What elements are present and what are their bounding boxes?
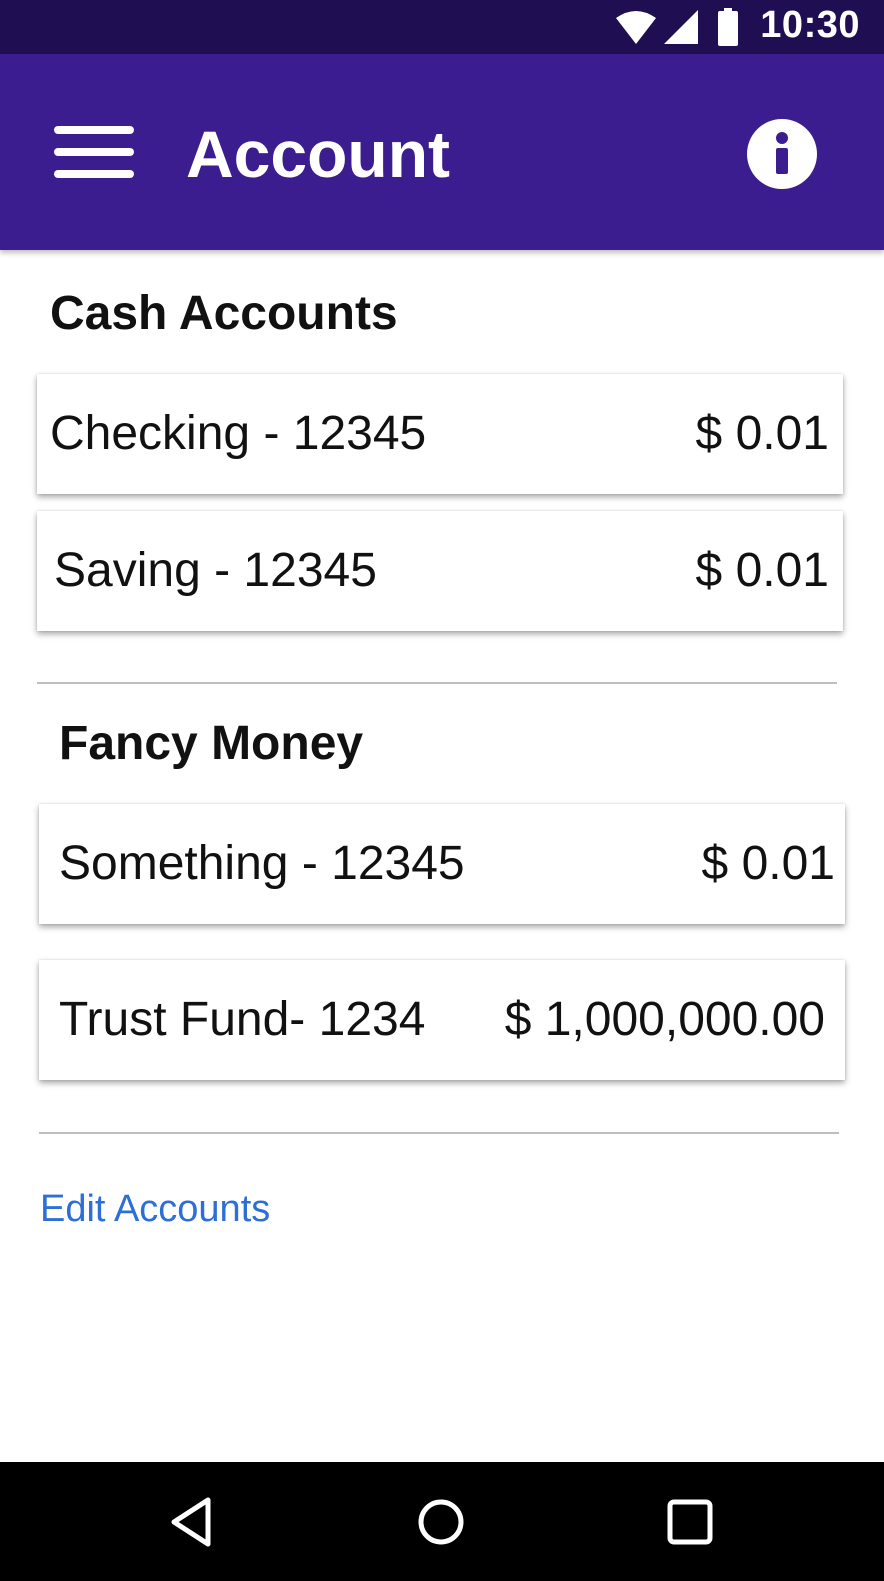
recents-icon[interactable] [660, 1492, 720, 1552]
account-balance: $ 0.01 [695, 544, 829, 597]
account-name: Trust Fund- 1234 [59, 993, 426, 1046]
account-balance: $ 0.01 [695, 407, 829, 460]
account-balance: $ 1,000,000.00 [504, 993, 825, 1046]
app-bar: Account [0, 54, 884, 250]
cell-signal-icon [664, 10, 698, 44]
account-balance: $ 0.01 [701, 837, 835, 890]
account-card-something[interactable]: Something - 12345 $ 0.01 [39, 804, 845, 924]
account-card-trust-fund[interactable]: Trust Fund- 1234 $ 1,000,000.00 [39, 960, 845, 1080]
hamburger-menu-icon[interactable] [54, 126, 136, 180]
account-card-saving[interactable]: Saving - 12345 $ 0.01 [37, 511, 843, 631]
wifi-icon [616, 11, 656, 44]
section-divider [37, 682, 837, 684]
section-divider [39, 1132, 839, 1134]
account-card-checking[interactable]: Checking - 12345 $ 0.01 [37, 374, 843, 494]
system-nav-bar [0, 1462, 884, 1581]
battery-icon [718, 8, 738, 46]
info-icon[interactable] [746, 118, 818, 190]
status-time: 10:30 [760, 4, 860, 46]
status-bar: 10:30 [0, 0, 884, 54]
edit-accounts-link[interactable]: Edit Accounts [40, 1188, 270, 1231]
section-title-fancy-money: Fancy Money [59, 717, 364, 770]
home-icon[interactable] [411, 1492, 471, 1552]
section-title-cash-accounts: Cash Accounts [50, 287, 398, 340]
page-title: Account [186, 117, 450, 191]
account-name: Something - 12345 [59, 837, 465, 890]
account-name: Checking - 12345 [50, 407, 427, 460]
account-name: Saving - 12345 [54, 544, 377, 597]
back-icon[interactable] [162, 1492, 222, 1552]
